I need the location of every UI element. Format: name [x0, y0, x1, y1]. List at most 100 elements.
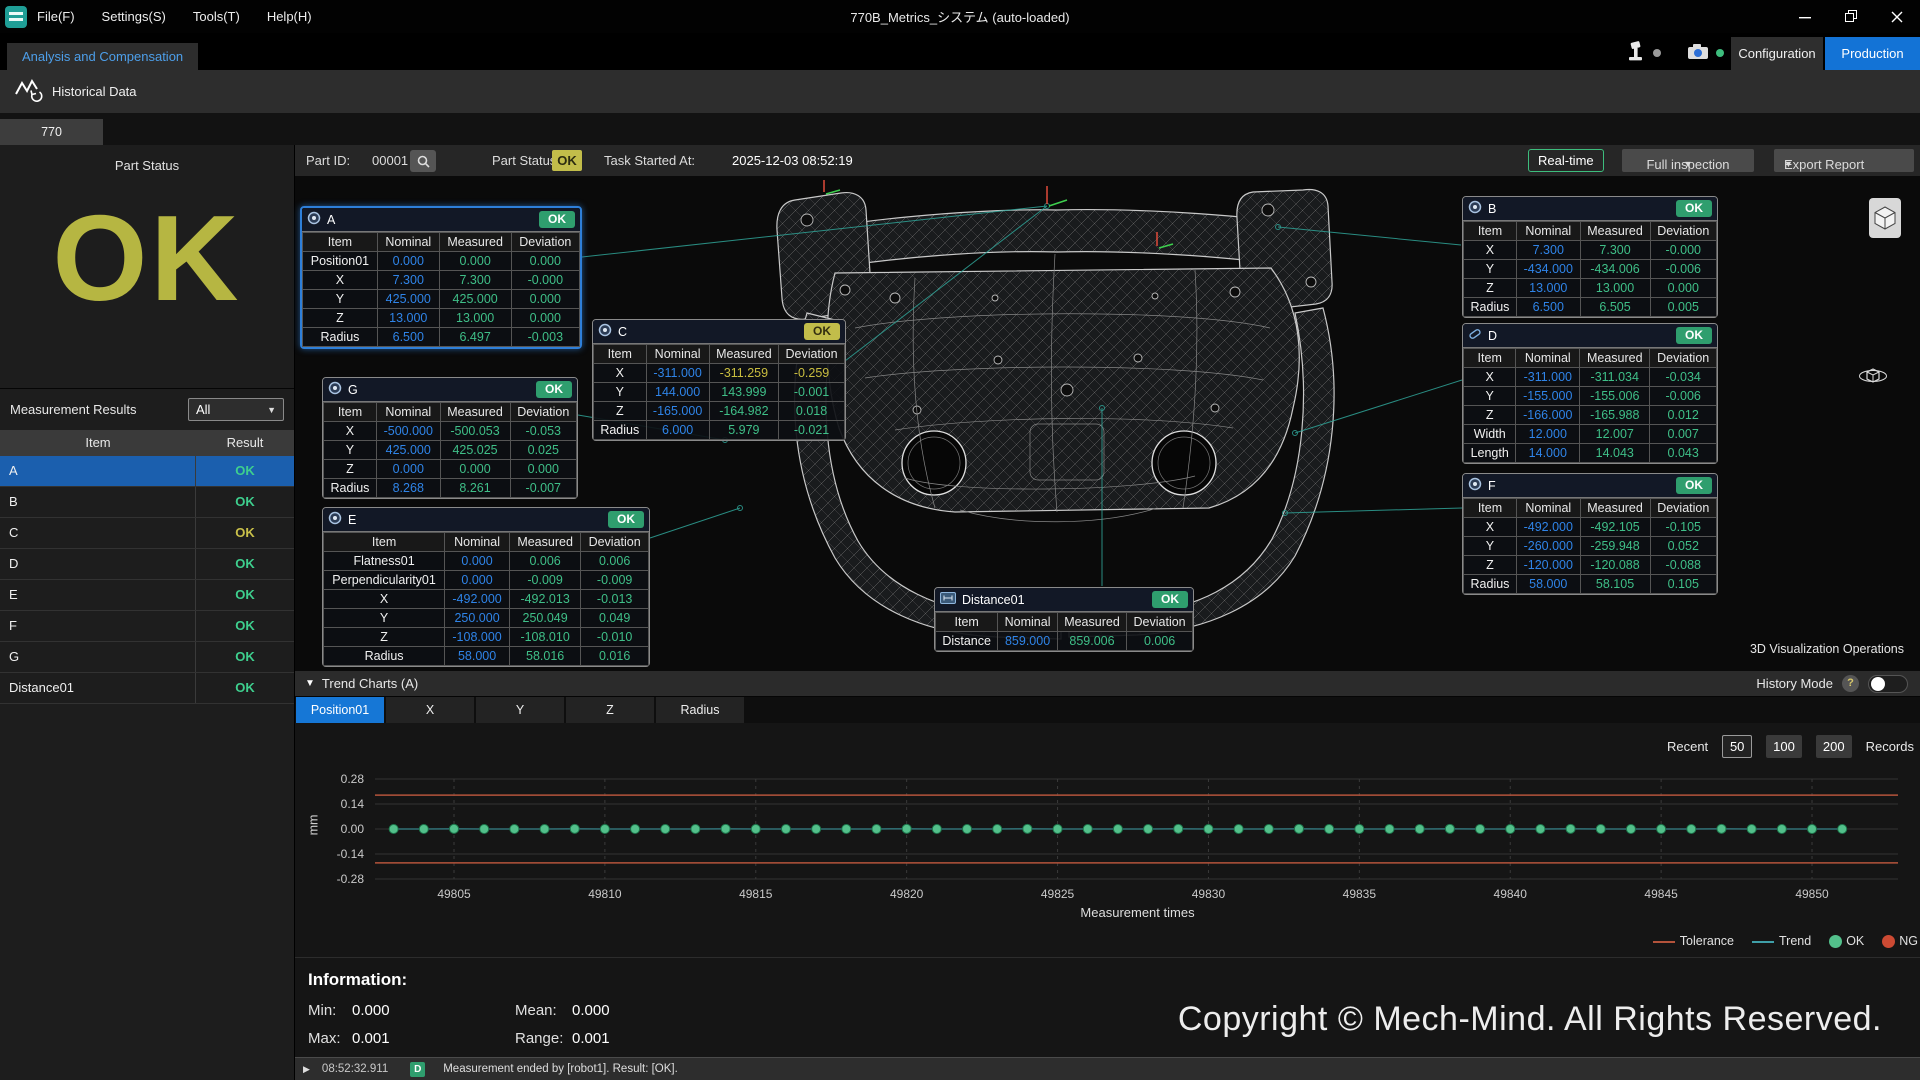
camera-status-dot	[1716, 49, 1724, 57]
menu-settings[interactable]: Settings(S)	[102, 9, 166, 24]
recent-50-button[interactable]: 50	[1722, 735, 1752, 758]
feature-table-titlebar[interactable]: DOK	[1463, 324, 1717, 348]
inspection-mode-dropdown[interactable]: Full inspection ▼	[1622, 149, 1754, 172]
result-row-B[interactable]: BOK	[0, 487, 294, 518]
trend-tab-x[interactable]: X	[386, 697, 474, 723]
help-icon[interactable]: ?	[1842, 675, 1859, 692]
measurement-row: X-500.000-500.053-0.053	[324, 422, 577, 441]
realtime-button[interactable]: Real-time	[1528, 149, 1604, 172]
measurement-row: Z13.00013.0000.000	[303, 309, 580, 328]
measurement-row: Radius6.5006.5050.005	[1464, 298, 1717, 317]
collapse-icon[interactable]: ▼	[305, 678, 315, 689]
result-row-G[interactable]: GOK	[0, 642, 294, 673]
trend-chart[interactable]: 0.280.140.00-0.14-0.28498054981049815498…	[300, 770, 1910, 910]
feature-table-titlebar[interactable]: FOK	[1463, 474, 1717, 498]
measure-table-D[interactable]: DOKItemNominalMeasuredDeviationX-311.000…	[1462, 323, 1718, 464]
production-button[interactable]: Production	[1825, 37, 1920, 70]
svg-text:0.14: 0.14	[341, 797, 365, 811]
feature-name: Distance01	[962, 593, 1025, 607]
results-filter-dropdown[interactable]: All ▼	[188, 398, 284, 421]
feature-table-titlebar[interactable]: BOK	[1463, 197, 1717, 221]
trend-tab-z[interactable]: Z	[566, 697, 654, 723]
trend-tab-y[interactable]: Y	[476, 697, 564, 723]
result-row-C[interactable]: COK	[0, 518, 294, 549]
measurement-row: Radius8.2688.261-0.007	[324, 479, 577, 498]
trend-tab-position01[interactable]: Position01	[296, 697, 384, 723]
view-cube-icon[interactable]	[1869, 198, 1901, 238]
feature-table-titlebar[interactable]: Distance01OK	[935, 588, 1193, 612]
menu-help[interactable]: Help(H)	[267, 9, 312, 24]
feature-name: F	[1488, 479, 1496, 493]
result-item-label: F	[0, 611, 196, 641]
svg-text:49835: 49835	[1343, 887, 1377, 901]
measure-table-F[interactable]: FOKItemNominalMeasuredDeviationX-492.000…	[1462, 473, 1718, 595]
feature-table-titlebar[interactable]: AOK	[302, 208, 580, 232]
trend-charts-header[interactable]: ▼ Trend Charts (A) History Mode ?	[295, 671, 1920, 697]
result-row-Distance01[interactable]: Distance01OK	[0, 673, 294, 704]
search-icon[interactable]	[410, 150, 436, 172]
page-tab-strip: 770	[0, 113, 1920, 145]
result-row-F[interactable]: FOK	[0, 611, 294, 642]
feature-measurements-table: ItemNominalMeasuredDeviationX-500.000-50…	[323, 402, 577, 498]
3d-visualization-operations-label[interactable]: 3D Visualization Operations	[1750, 642, 1904, 656]
export-report-label: Export Report	[1784, 149, 1864, 180]
measure-table-B[interactable]: BOKItemNominalMeasuredDeviationX7.3007.3…	[1462, 196, 1718, 318]
expand-log-icon[interactable]: ▶	[303, 1064, 310, 1075]
menu-tools[interactable]: Tools(T)	[193, 9, 240, 24]
configuration-button[interactable]: Configuration	[1731, 37, 1823, 70]
export-report-dropdown[interactable]: Export Report ▼	[1774, 149, 1914, 172]
result-item-label: C	[0, 518, 196, 548]
svg-text:0.28: 0.28	[341, 772, 365, 786]
feature-table-titlebar[interactable]: EOK	[323, 508, 649, 532]
measurement-row: Distance859.000859.0060.006	[936, 632, 1193, 651]
measurement-row: Y-434.000-434.006-0.006	[1464, 260, 1717, 279]
result-status: OK	[196, 580, 294, 610]
minimize-icon[interactable]	[1782, 0, 1828, 33]
result-row-E[interactable]: EOK	[0, 580, 294, 611]
historical-data-button[interactable]: Historical Data	[0, 70, 151, 113]
measure-table-C[interactable]: COKItemNominalMeasuredDeviationX-311.000…	[592, 319, 846, 441]
result-row-A[interactable]: AOK	[0, 456, 294, 487]
feature-name: C	[618, 325, 627, 339]
orbit-view-icon[interactable]	[1856, 360, 1890, 394]
feature-table-titlebar[interactable]: GOK	[323, 378, 577, 402]
close-icon[interactable]	[1874, 0, 1920, 33]
part-id-value[interactable]: 00001	[372, 145, 408, 176]
trend-tab-bar: Position01XYZRadius	[295, 697, 1920, 723]
records-label: Records	[1866, 739, 1914, 754]
svg-text:-0.14: -0.14	[337, 847, 365, 861]
recent-100-button[interactable]: 100	[1766, 735, 1802, 758]
result-row-D[interactable]: DOK	[0, 549, 294, 580]
measure-table-G[interactable]: GOKItemNominalMeasuredDeviationX-500.000…	[322, 377, 578, 499]
measure-table-Distance01[interactable]: Distance01OKItemNominalMeasuredDeviation…	[934, 587, 1194, 652]
tab-analysis-and-compensation[interactable]: Analysis and Compensation	[7, 43, 198, 70]
menu-file[interactable]: File(F)	[37, 9, 75, 24]
restore-icon[interactable]	[1828, 0, 1874, 33]
svg-text:49820: 49820	[890, 887, 924, 901]
log-level-badge: D	[410, 1062, 425, 1077]
robot-icon[interactable]	[1627, 41, 1646, 64]
measurement-row: X-311.000-311.259-0.259	[594, 364, 845, 383]
trend-tab-radius[interactable]: Radius	[656, 697, 744, 723]
task-started-value: 2025-12-03 08:52:19	[732, 145, 853, 176]
history-mode-toggle[interactable]	[1868, 675, 1908, 693]
recent-200-button[interactable]: 200	[1816, 735, 1852, 758]
feature-table-titlebar[interactable]: COK	[593, 320, 845, 344]
measure-table-A[interactable]: AOKItemNominalMeasuredDeviationPosition0…	[300, 206, 582, 349]
result-item-label: Distance01	[0, 673, 196, 703]
x-axis-label: Measurement times	[295, 905, 1920, 920]
feature-circle-icon	[307, 211, 321, 228]
log-bar[interactable]: ▶ 08:52:32.911 D Measurement ended by [r…	[295, 1057, 1920, 1080]
measurement-row: X-492.000-492.013-0.013	[324, 590, 649, 609]
measurement-row: Y-260.000-259.9480.052	[1464, 537, 1717, 556]
result-status: OK	[196, 456, 294, 486]
history-mode-cluster: History Mode ?	[1756, 675, 1908, 693]
part-id-label: Part ID:	[306, 145, 350, 176]
camera-icon[interactable]	[1687, 43, 1709, 63]
svg-text:49840: 49840	[1494, 887, 1528, 901]
app-window: File(F)Settings(S)Tools(T)Help(H) 770B_M…	[0, 0, 1920, 1080]
tab-770[interactable]: 770	[0, 119, 103, 145]
measure-table-E[interactable]: EOKItemNominalMeasuredDeviationFlatness0…	[322, 507, 650, 667]
robot-status-dot	[1653, 49, 1661, 57]
svg-text:49815: 49815	[739, 887, 773, 901]
